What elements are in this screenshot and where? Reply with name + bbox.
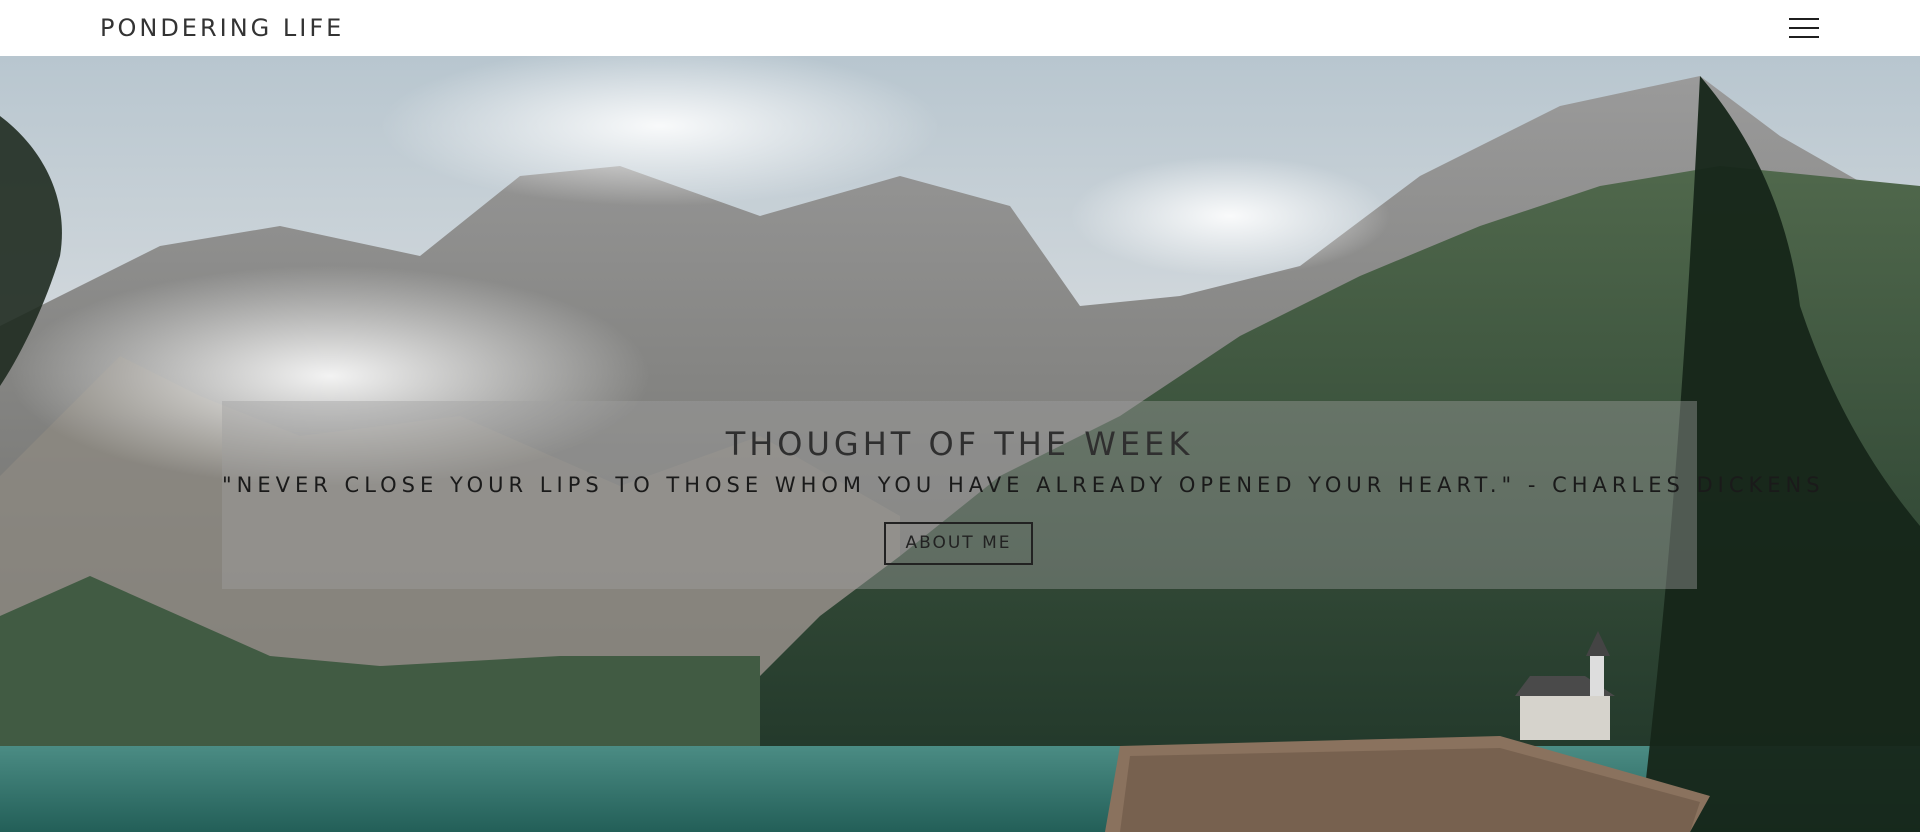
site-brand[interactable]: PONDERING LIFE xyxy=(100,14,344,42)
menu-line xyxy=(1789,27,1819,29)
quote-text: "NEVER CLOSE YOUR LIPS TO THOSE WHOM YOU… xyxy=(222,473,1825,497)
quote-panel: THOUGHT OF THE WEEK "NEVER CLOSE YOUR LI… xyxy=(222,401,1825,589)
about-me-button[interactable]: ABOUT ME xyxy=(884,522,1033,565)
hero-section: THOUGHT OF THE WEEK "NEVER CLOSE YOUR LI… xyxy=(0,56,1920,832)
quote-heading: THOUGHT OF THE WEEK xyxy=(725,425,1194,463)
menu-line xyxy=(1789,18,1819,20)
menu-line xyxy=(1789,36,1819,38)
site-header: PONDERING LIFE xyxy=(0,0,1920,56)
hamburger-menu-icon[interactable] xyxy=(1788,16,1820,40)
cloud xyxy=(1070,156,1390,276)
